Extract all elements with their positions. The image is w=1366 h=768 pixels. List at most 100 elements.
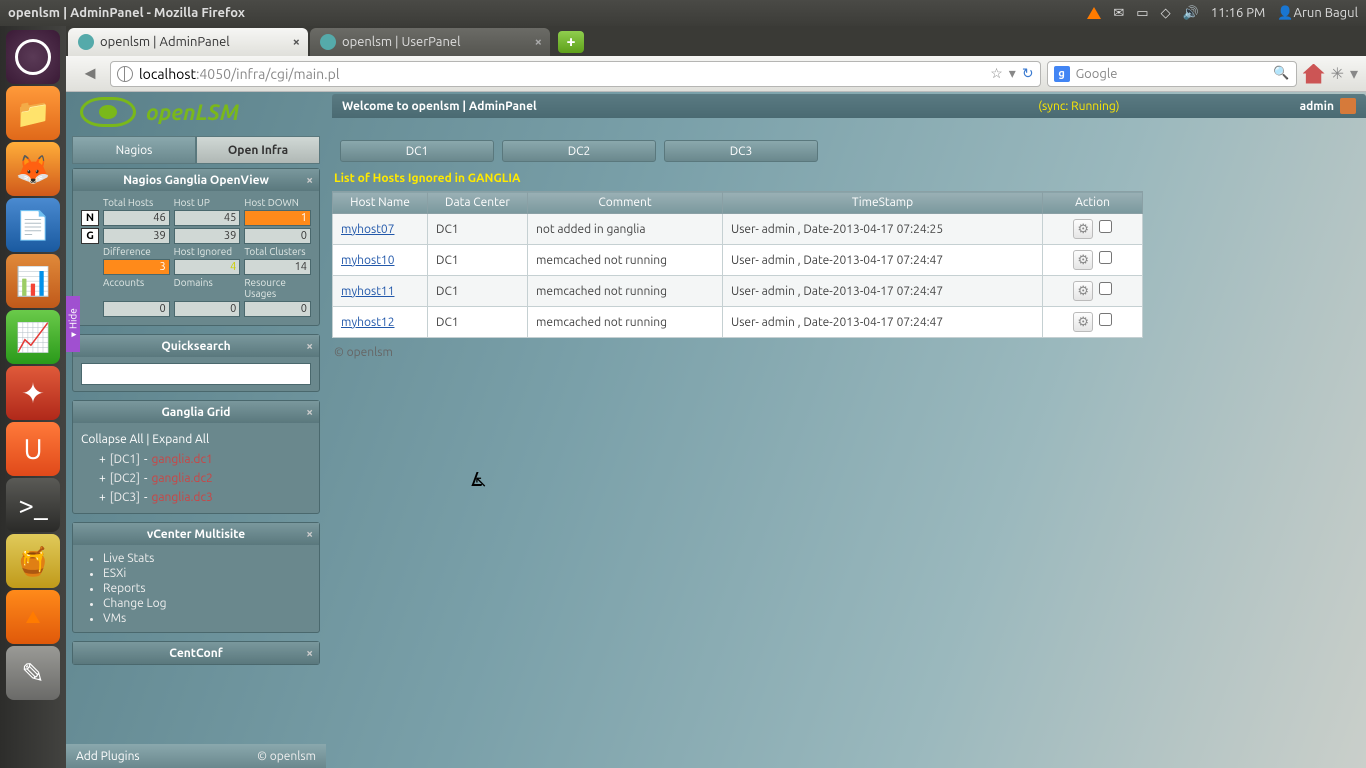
logo-icon xyxy=(80,97,136,127)
panel-ngo: Nagios Ganglia OpenView× Total Hosts Hos… xyxy=(72,168,320,326)
expand-all[interactable]: Expand All xyxy=(152,433,209,446)
software-center-icon[interactable]: U xyxy=(6,422,60,476)
dc-tab[interactable]: DC2 xyxy=(502,140,656,162)
close-icon[interactable]: × xyxy=(293,35,300,49)
row-checkbox[interactable] xyxy=(1099,313,1112,326)
app-icon[interactable]: ✦ xyxy=(6,366,60,420)
gear-icon[interactable]: ⚙ xyxy=(1073,281,1093,301)
new-tab-button[interactable]: + xyxy=(558,31,584,53)
back-button[interactable]: ◄ xyxy=(76,60,104,88)
url-host: localhost xyxy=(139,66,196,82)
browser-tab-inactive[interactable]: openlsm | UserPanel × xyxy=(310,28,550,56)
panel-quicksearch: Quicksearch× xyxy=(72,334,320,392)
row-checkbox[interactable] xyxy=(1099,220,1112,233)
tab-title: openlsm | UserPanel xyxy=(342,35,461,49)
app2-icon[interactable]: 🍯 xyxy=(6,534,60,588)
clock[interactable]: 11:16 PM xyxy=(1211,6,1266,20)
search-placeholder: Google xyxy=(1076,67,1118,81)
wifi-icon[interactable]: ◇ xyxy=(1161,6,1171,21)
gear-icon[interactable]: ⚙ xyxy=(1073,219,1093,239)
list-item[interactable]: Change Log xyxy=(103,596,311,611)
row-checkbox[interactable] xyxy=(1099,282,1112,295)
menu-dropdown-icon[interactable]: ▾ xyxy=(1350,64,1358,83)
firefox-icon[interactable]: 🦊 xyxy=(6,142,60,196)
unity-launcher: 📁 🦊 📄 📊 📈 ✦ U >_ 🍯 ✎ xyxy=(0,26,66,768)
tab-openinfra[interactable]: Open Infra xyxy=(196,136,320,164)
expand-icon[interactable]: + xyxy=(99,453,106,466)
google-icon: g xyxy=(1054,66,1070,82)
panel-ganglia-grid: Ganglia Grid× Collapse All | Expand All … xyxy=(72,400,320,514)
collapse-all[interactable]: Collapse All xyxy=(81,433,144,446)
gedit-icon[interactable]: ✎ xyxy=(6,646,60,700)
tree-item[interactable]: + [DC3] - ganglia.dc3 xyxy=(81,488,311,507)
panel-header: Nagios Ganglia OpenView× xyxy=(73,169,319,191)
expand-icon[interactable]: + xyxy=(99,472,106,485)
mail-icon[interactable]: ✉ xyxy=(1113,6,1124,21)
impress-icon[interactable]: 📊 xyxy=(6,254,60,308)
user-menu[interactable]: 👤 Arun Bagul xyxy=(1277,6,1358,21)
terminal-icon[interactable]: >_ xyxy=(6,478,60,532)
column-header: TimeStamp xyxy=(723,192,1043,214)
copyright: © openlsm xyxy=(257,750,316,763)
vlc-icon[interactable] xyxy=(6,590,60,644)
tree-item[interactable]: + [DC2] - ganglia.dc2 xyxy=(81,469,311,488)
dropdown-icon[interactable]: ▾ xyxy=(1009,65,1016,82)
page-content: Welcome to openlsm | AdminPanel (sync: R… xyxy=(66,92,1366,768)
close-icon[interactable]: × xyxy=(306,406,313,419)
add-plugins-link[interactable]: Add Plugins xyxy=(76,750,140,763)
host-link[interactable]: myhost12 xyxy=(341,316,394,329)
current-user: admin xyxy=(1300,100,1334,113)
list-item[interactable]: Live Stats xyxy=(103,551,311,566)
sidebar: Nagios Open Infra Nagios Ganglia OpenVie… xyxy=(66,136,326,768)
volume-icon[interactable]: 🔊 xyxy=(1183,6,1199,21)
home-icon[interactable] xyxy=(1303,64,1325,84)
dc-tab[interactable]: DC3 xyxy=(664,140,818,162)
logout-icon[interactable] xyxy=(1340,98,1356,114)
close-icon[interactable]: × xyxy=(306,340,313,353)
tree-item[interactable]: + [DC1] - ganglia.dc1 xyxy=(81,450,311,469)
dash-icon[interactable] xyxy=(6,30,60,84)
tab-nagios[interactable]: Nagios xyxy=(72,136,196,164)
column-header: Comment xyxy=(528,192,723,214)
url-path: :4050/infra/cgi/main.pl xyxy=(196,66,340,82)
list-item[interactable]: Reports xyxy=(103,581,311,596)
close-icon[interactable]: × xyxy=(306,647,313,660)
close-icon[interactable]: × xyxy=(535,35,542,49)
welcome-text: Welcome to openlsm | AdminPanel xyxy=(342,100,537,113)
addon-icon[interactable]: ✳ xyxy=(1331,64,1344,83)
main-area: DC1DC2DC3 List of Hosts Ignored in GANGL… xyxy=(332,136,1360,768)
expand-icon[interactable]: + xyxy=(99,491,106,504)
hide-sidebar-tab[interactable]: ◂Hide xyxy=(66,296,80,352)
bookmark-icon[interactable]: ☆ xyxy=(990,65,1003,82)
host-link[interactable]: myhost10 xyxy=(341,254,394,267)
list-item[interactable]: ESXi xyxy=(103,566,311,581)
system-panel: openlsm | AdminPanel - Mozilla Firefox ✉… xyxy=(0,0,1366,26)
browser-tab-active[interactable]: openlsm | AdminPanel × xyxy=(68,28,308,56)
sync-status: (sync: Running) xyxy=(1038,100,1119,113)
panel-vcenter: vCenter Multisite× Live StatsESXiReports… xyxy=(72,522,320,633)
writer-icon[interactable]: 📄 xyxy=(6,198,60,252)
row-checkbox[interactable] xyxy=(1099,251,1112,264)
quicksearch-input[interactable] xyxy=(81,363,311,385)
logo: openLSM xyxy=(80,97,239,127)
vlc-tray-icon[interactable] xyxy=(1087,7,1101,19)
battery-icon[interactable]: ▭ xyxy=(1136,6,1148,21)
url-bar[interactable]: localhost:4050/infra/cgi/main.pl ☆ ▾ ↻ xyxy=(110,61,1041,87)
window-title: openlsm | AdminPanel - Mozilla Firefox xyxy=(8,6,245,20)
search-icon[interactable]: 🔍 xyxy=(1273,66,1289,81)
dc-tab[interactable]: DC1 xyxy=(340,140,494,162)
list-item[interactable]: VMs xyxy=(103,611,311,626)
host-link[interactable]: myhost11 xyxy=(341,285,394,298)
sidebar-footer: Add Plugins © openlsm xyxy=(66,744,326,768)
gear-icon[interactable]: ⚙ xyxy=(1073,250,1093,270)
close-icon[interactable]: × xyxy=(306,528,313,541)
search-bar[interactable]: g Google 🔍 xyxy=(1047,61,1297,87)
close-icon[interactable]: × xyxy=(306,174,313,187)
column-header: Data Center xyxy=(428,192,528,214)
calc-icon[interactable]: 📈 xyxy=(6,310,60,364)
files-icon[interactable]: 📁 xyxy=(6,86,60,140)
gear-icon[interactable]: ⚙ xyxy=(1073,312,1093,332)
host-link[interactable]: myhost07 xyxy=(341,223,394,236)
reload-icon[interactable]: ↻ xyxy=(1022,65,1034,82)
table-row: myhost12DC1memcached not runningUser- ad… xyxy=(333,307,1143,338)
